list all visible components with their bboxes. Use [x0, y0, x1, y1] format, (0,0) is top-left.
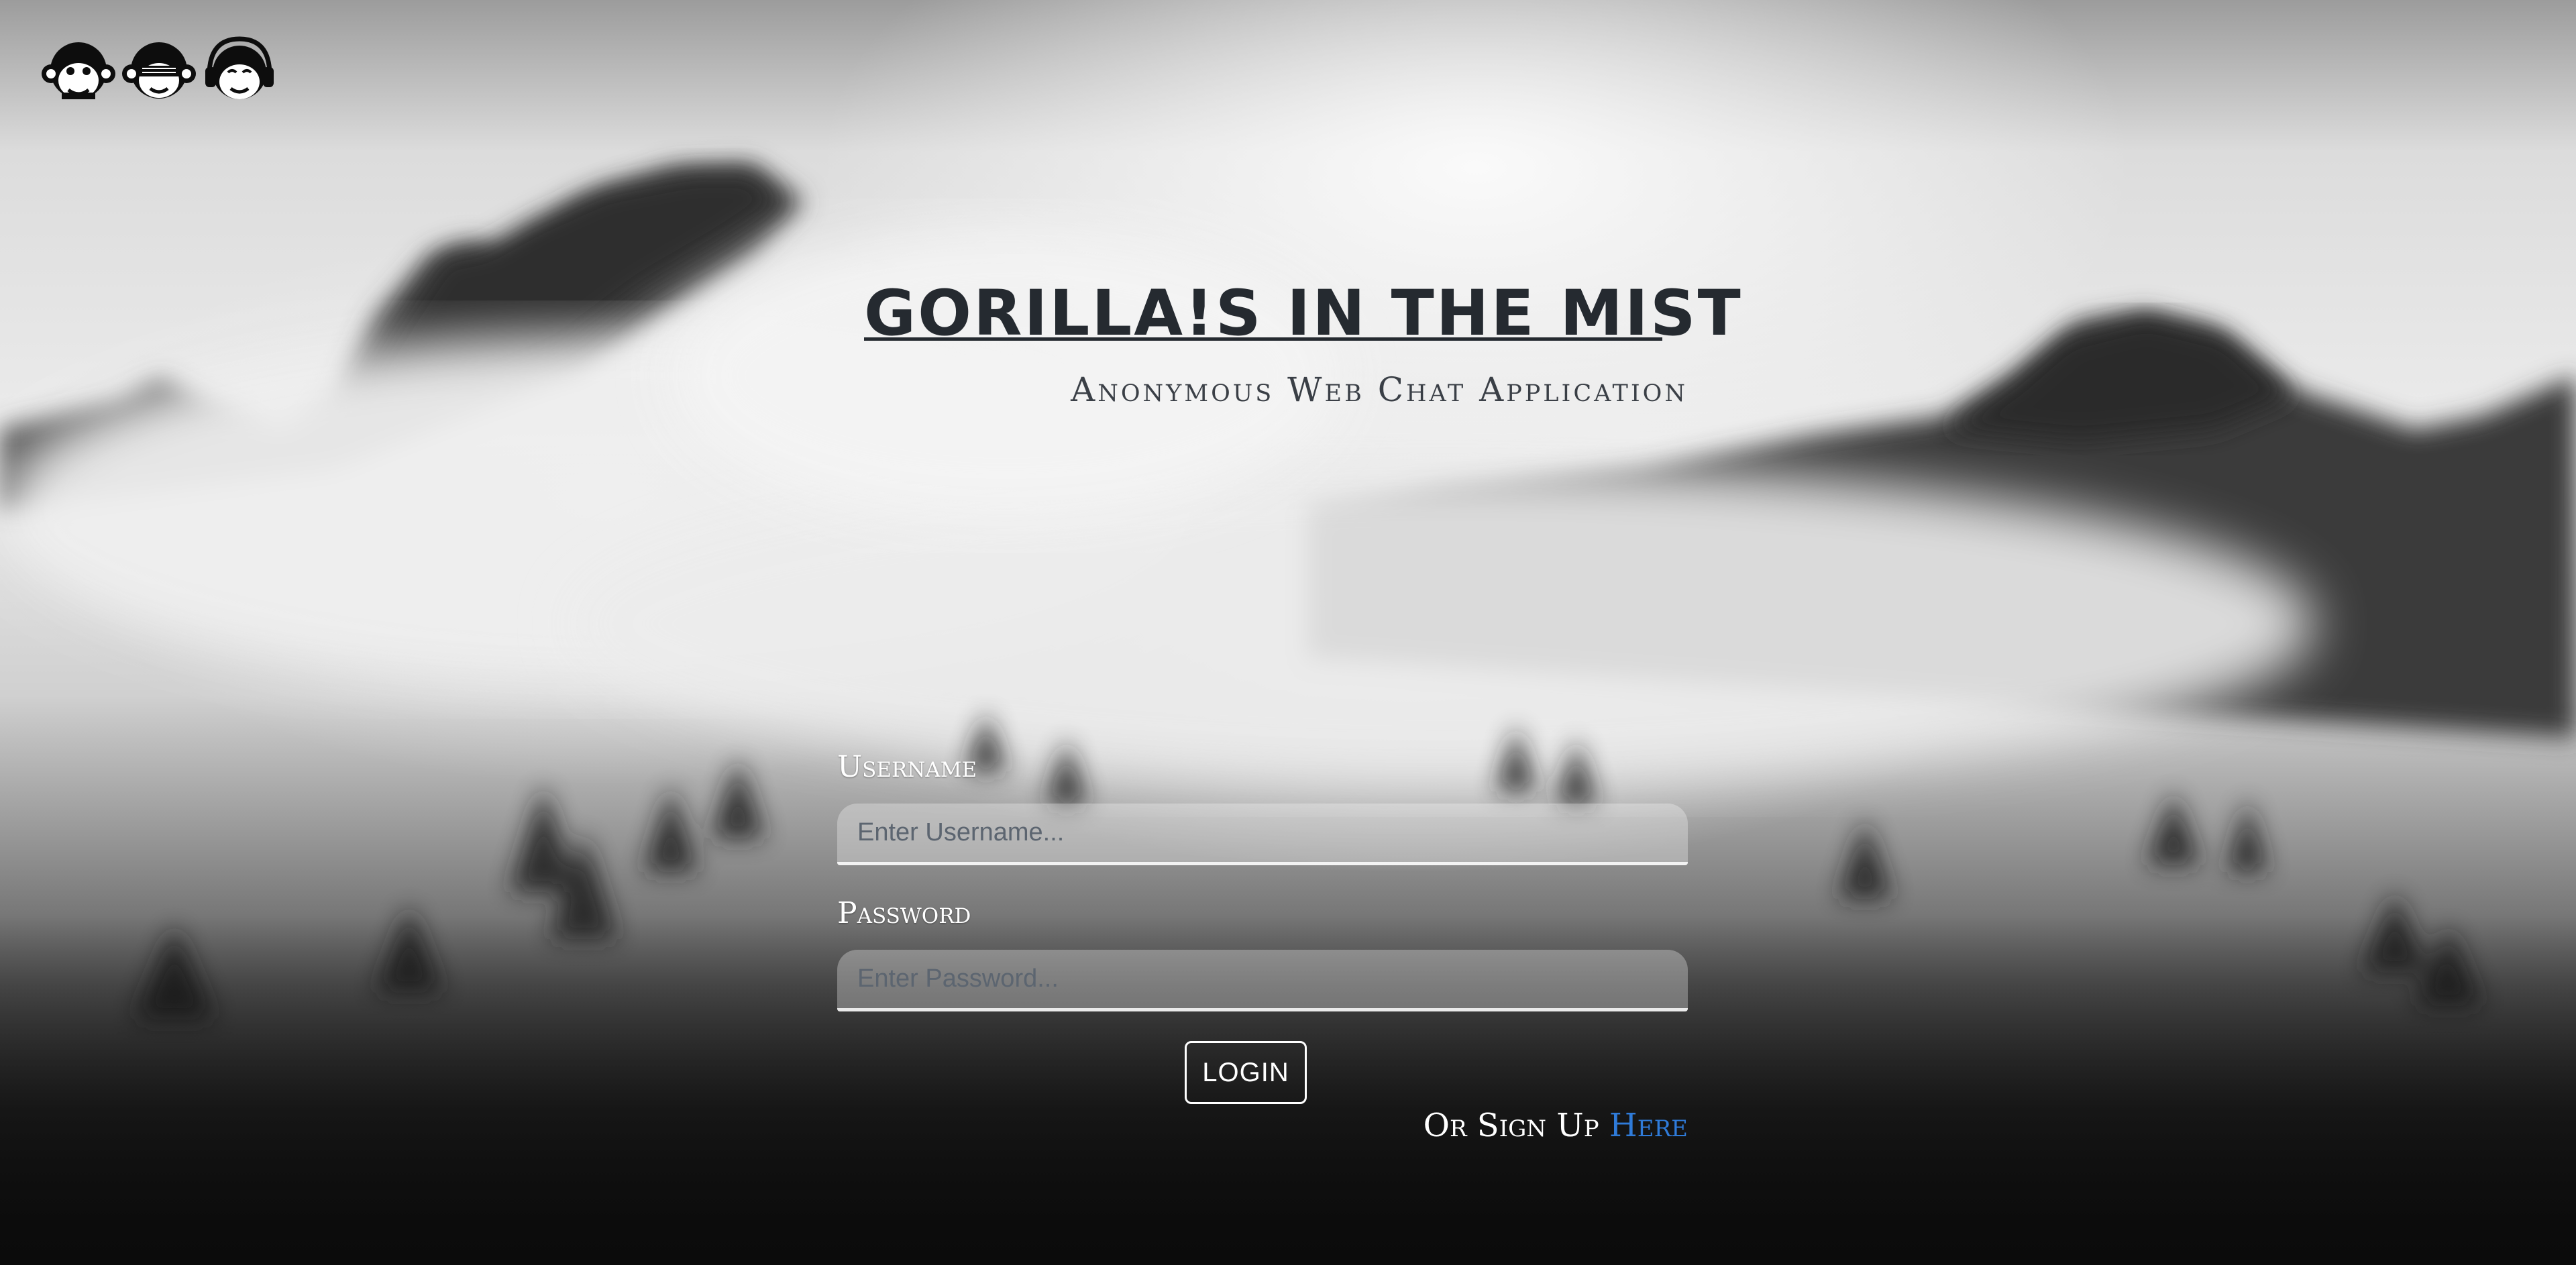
page-subtitle: Anonymous Web Chat Application	[1071, 370, 1688, 409]
monkey-headset-icon	[205, 36, 274, 99]
signup-prompt: Or Sign Up Here	[1275, 1107, 1688, 1144]
signup-prefix: Or Sign Up	[1423, 1107, 1599, 1144]
username-input[interactable]	[837, 804, 1688, 865]
app-logo[interactable]	[42, 34, 276, 107]
signup-link[interactable]: Here	[1609, 1107, 1688, 1144]
username-label: Username	[837, 750, 977, 784]
title-underline	[864, 337, 1662, 341]
password-input[interactable]	[837, 950, 1688, 1011]
monkey-sunglasses-icon	[122, 42, 196, 99]
monkey-headphones-icon	[42, 42, 115, 99]
login-button[interactable]: LOGIN	[1185, 1041, 1307, 1104]
password-label: Password	[837, 896, 971, 930]
